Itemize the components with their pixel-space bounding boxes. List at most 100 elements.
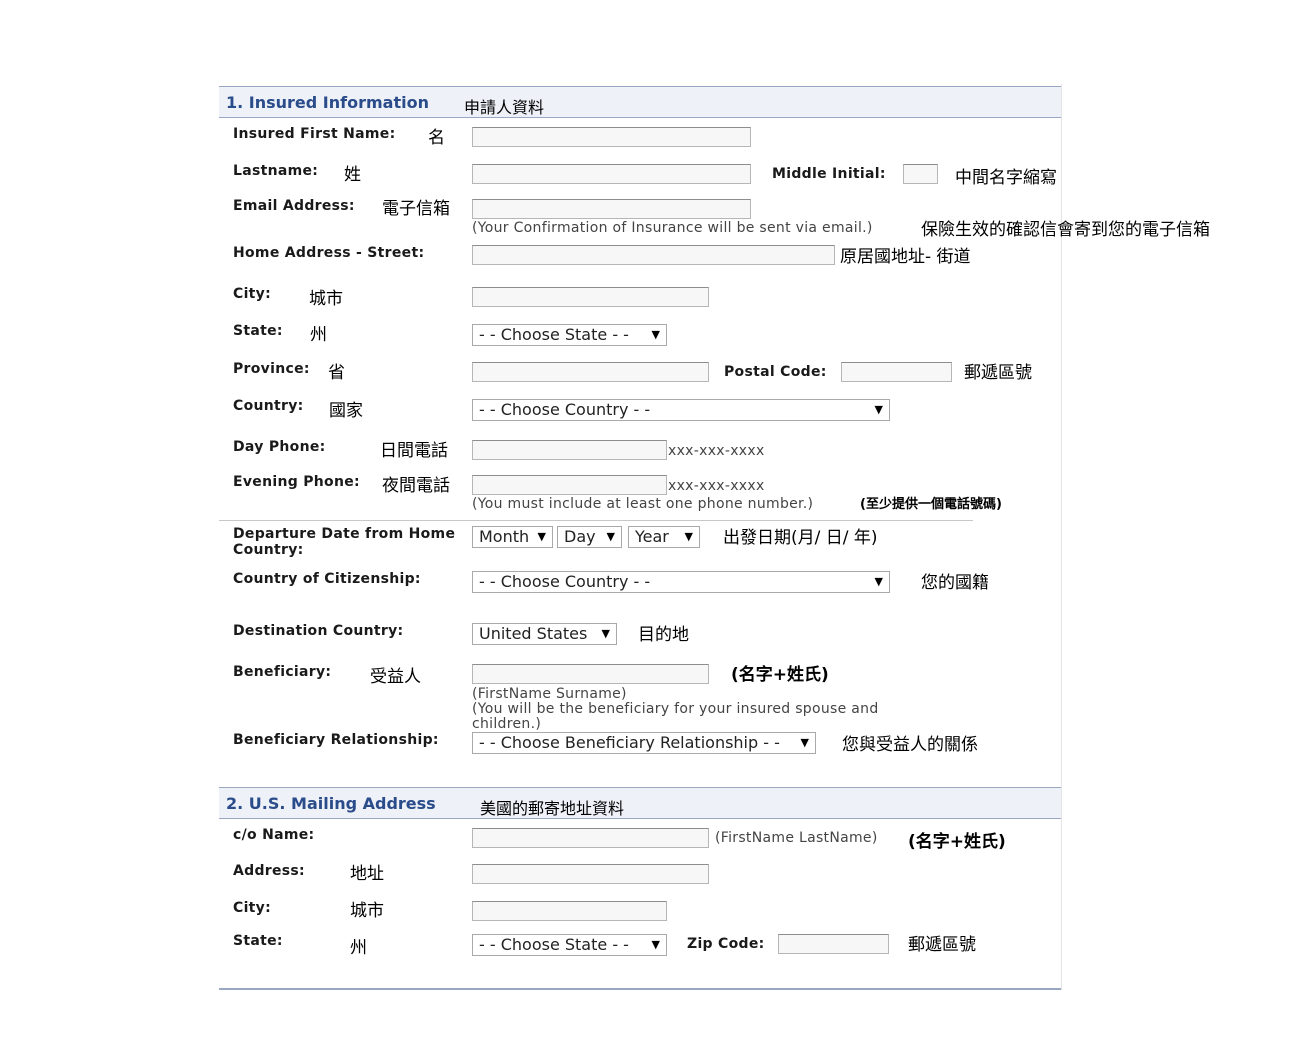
zip-code-input[interactable] <box>778 934 889 954</box>
mailing-state-label-zh: 州 <box>350 938 367 958</box>
state-label-zh: 州 <box>310 325 327 345</box>
departure-month-select[interactable]: Month ▼ <box>472 526 553 548</box>
destination-select[interactable]: United States ▼ <box>472 623 617 645</box>
beneficiary-input[interactable] <box>472 664 709 684</box>
form-bottom-border <box>219 988 1061 990</box>
mailing-city-label-zh: 城市 <box>350 901 384 921</box>
beneficiary-label-zh: 受益人 <box>370 667 421 687</box>
destination-label-zh: 目的地 <box>638 625 689 645</box>
first-name-input[interactable] <box>472 127 751 147</box>
middle-initial-label: Middle Initial: <box>772 166 886 182</box>
country-select[interactable]: - - Choose Country - - ▼ <box>472 399 890 421</box>
country-select-value: - - Choose Country - - <box>479 400 651 419</box>
citizenship-label: Country of Citizenship: <box>233 571 421 587</box>
beneficiary-label: Beneficiary: <box>233 664 332 680</box>
city-input[interactable] <box>472 287 709 307</box>
email-input[interactable] <box>472 199 751 219</box>
postal-code-label: Postal Code: <box>724 364 827 380</box>
postal-code-input[interactable] <box>841 362 952 382</box>
phone-hint: (You must include at least one phone num… <box>472 496 814 512</box>
chevron-down-icon: ▼ <box>651 938 660 951</box>
section-insured-header: 1. Insured Information 申請人資料 <box>219 86 1061 118</box>
day-phone-format: xxx-xxx-xxxx <box>668 443 765 459</box>
province-label: Province: <box>233 361 310 377</box>
relationship-select-value: - - Choose Beneficiary Relationship - - <box>479 733 780 752</box>
street-label: Home Address - Street: <box>233 245 425 261</box>
chevron-down-icon: ▼ <box>537 530 546 543</box>
chevron-down-icon: ▼ <box>606 530 615 543</box>
co-name-label: c/o Name: <box>233 827 315 843</box>
beneficiary-note-zh: (名字+姓氏) <box>731 665 829 685</box>
first-name-label: Insured First Name: <box>233 126 396 142</box>
country-label: Country: <box>233 398 304 414</box>
beneficiary-hint-line3: children.) <box>472 716 542 732</box>
relationship-select[interactable]: - - Choose Beneficiary Relationship - - … <box>472 732 816 754</box>
chevron-down-icon: ▼ <box>601 627 610 640</box>
departure-label-line2: Country: <box>233 542 304 558</box>
section-insured-title: 1. Insured Information <box>226 93 429 112</box>
first-name-label-zh: 名 <box>428 128 445 148</box>
departure-day-value: Day <box>564 527 596 546</box>
last-name-label-zh: 姓 <box>344 165 361 185</box>
mailing-address-input[interactable] <box>472 864 709 884</box>
last-name-input[interactable] <box>472 164 751 184</box>
chevron-down-icon: ▼ <box>800 736 809 749</box>
state-select-value: - - Choose State - - <box>479 325 629 344</box>
postal-code-label-zh: 郵遞區號 <box>964 363 1032 383</box>
day-phone-input[interactable] <box>472 440 667 460</box>
middle-initial-label-zh: 中間名字縮寫 <box>955 168 1057 188</box>
street-label-zh: 原居國地址- 街道 <box>840 247 971 267</box>
citizenship-label-zh: 您的國籍 <box>921 573 989 593</box>
departure-day-select[interactable]: Day ▼ <box>557 526 622 548</box>
citizenship-select[interactable]: - - Choose Country - - ▼ <box>472 571 890 593</box>
middle-initial-input[interactable] <box>903 164 938 184</box>
divider <box>219 520 973 521</box>
email-hint-zh: 保險生效的確認信會寄到您的電子信箱 <box>921 220 1210 240</box>
beneficiary-hint: (FirstName Surname) <box>472 686 627 702</box>
chevron-down-icon: ▼ <box>874 403 883 416</box>
relationship-label: Beneficiary Relationship: <box>233 732 439 748</box>
state-label: State: <box>233 323 283 339</box>
section-insured-title-zh: 申請人資料 <box>464 98 545 117</box>
chevron-down-icon: ▼ <box>651 328 660 341</box>
departure-month-value: Month <box>479 527 530 546</box>
day-phone-label: Day Phone: <box>233 439 326 455</box>
mailing-address-label: Address: <box>233 863 305 879</box>
province-input[interactable] <box>472 362 709 382</box>
destination-label: Destination Country: <box>233 623 404 639</box>
street-input[interactable] <box>472 245 835 265</box>
mailing-state-select[interactable]: - - Choose State - - ▼ <box>472 934 667 956</box>
co-name-note-zh: (名字+姓氏) <box>908 832 1006 852</box>
last-name-label: Lastname: <box>233 163 319 179</box>
co-name-input[interactable] <box>472 828 709 848</box>
mailing-state-label: State: <box>233 933 283 949</box>
zip-code-label-zh: 郵遞區號 <box>908 935 976 955</box>
relationship-label-zh: 您與受益人的關係 <box>842 735 978 755</box>
departure-year-value: Year <box>635 527 669 546</box>
phone-hint-zh: (至少提供一個電話號碼) <box>860 497 1002 512</box>
email-label-zh: 電子信箱 <box>382 199 450 219</box>
departure-label-zh: 出發日期(月/ 日/ 年) <box>723 528 878 548</box>
evening-phone-label-zh: 夜間電話 <box>382 476 450 496</box>
evening-phone-label: Evening Phone: <box>233 474 360 490</box>
departure-year-select[interactable]: Year ▼ <box>628 526 700 548</box>
province-label-zh: 省 <box>328 363 345 383</box>
departure-label: Departure Date from Home <box>233 526 456 542</box>
email-hint: (Your Confirmation of Insurance will be … <box>472 220 873 236</box>
mailing-city-label: City: <box>233 900 271 916</box>
chevron-down-icon: ▼ <box>874 575 883 588</box>
country-label-zh: 國家 <box>329 401 363 421</box>
citizenship-select-value: - - Choose Country - - <box>479 572 651 591</box>
beneficiary-hint-line2: (You will be the beneficiary for your in… <box>472 701 879 717</box>
mailing-city-input[interactable] <box>472 901 667 921</box>
section-mailing-header: 2. U.S. Mailing Address 美國的郵寄地址資料 <box>219 787 1061 819</box>
destination-select-value: United States <box>479 624 588 643</box>
evening-phone-format: xxx-xxx-xxxx <box>668 478 765 494</box>
co-name-hint: (FirstName LastName) <box>715 830 878 846</box>
mailing-address-label-zh: 地址 <box>350 864 384 884</box>
email-label: Email Address: <box>233 198 355 214</box>
evening-phone-input[interactable] <box>472 475 667 495</box>
day-phone-label-zh: 日間電話 <box>380 441 448 461</box>
chevron-down-icon: ▼ <box>684 530 693 543</box>
state-select[interactable]: - - Choose State - - ▼ <box>472 324 667 346</box>
